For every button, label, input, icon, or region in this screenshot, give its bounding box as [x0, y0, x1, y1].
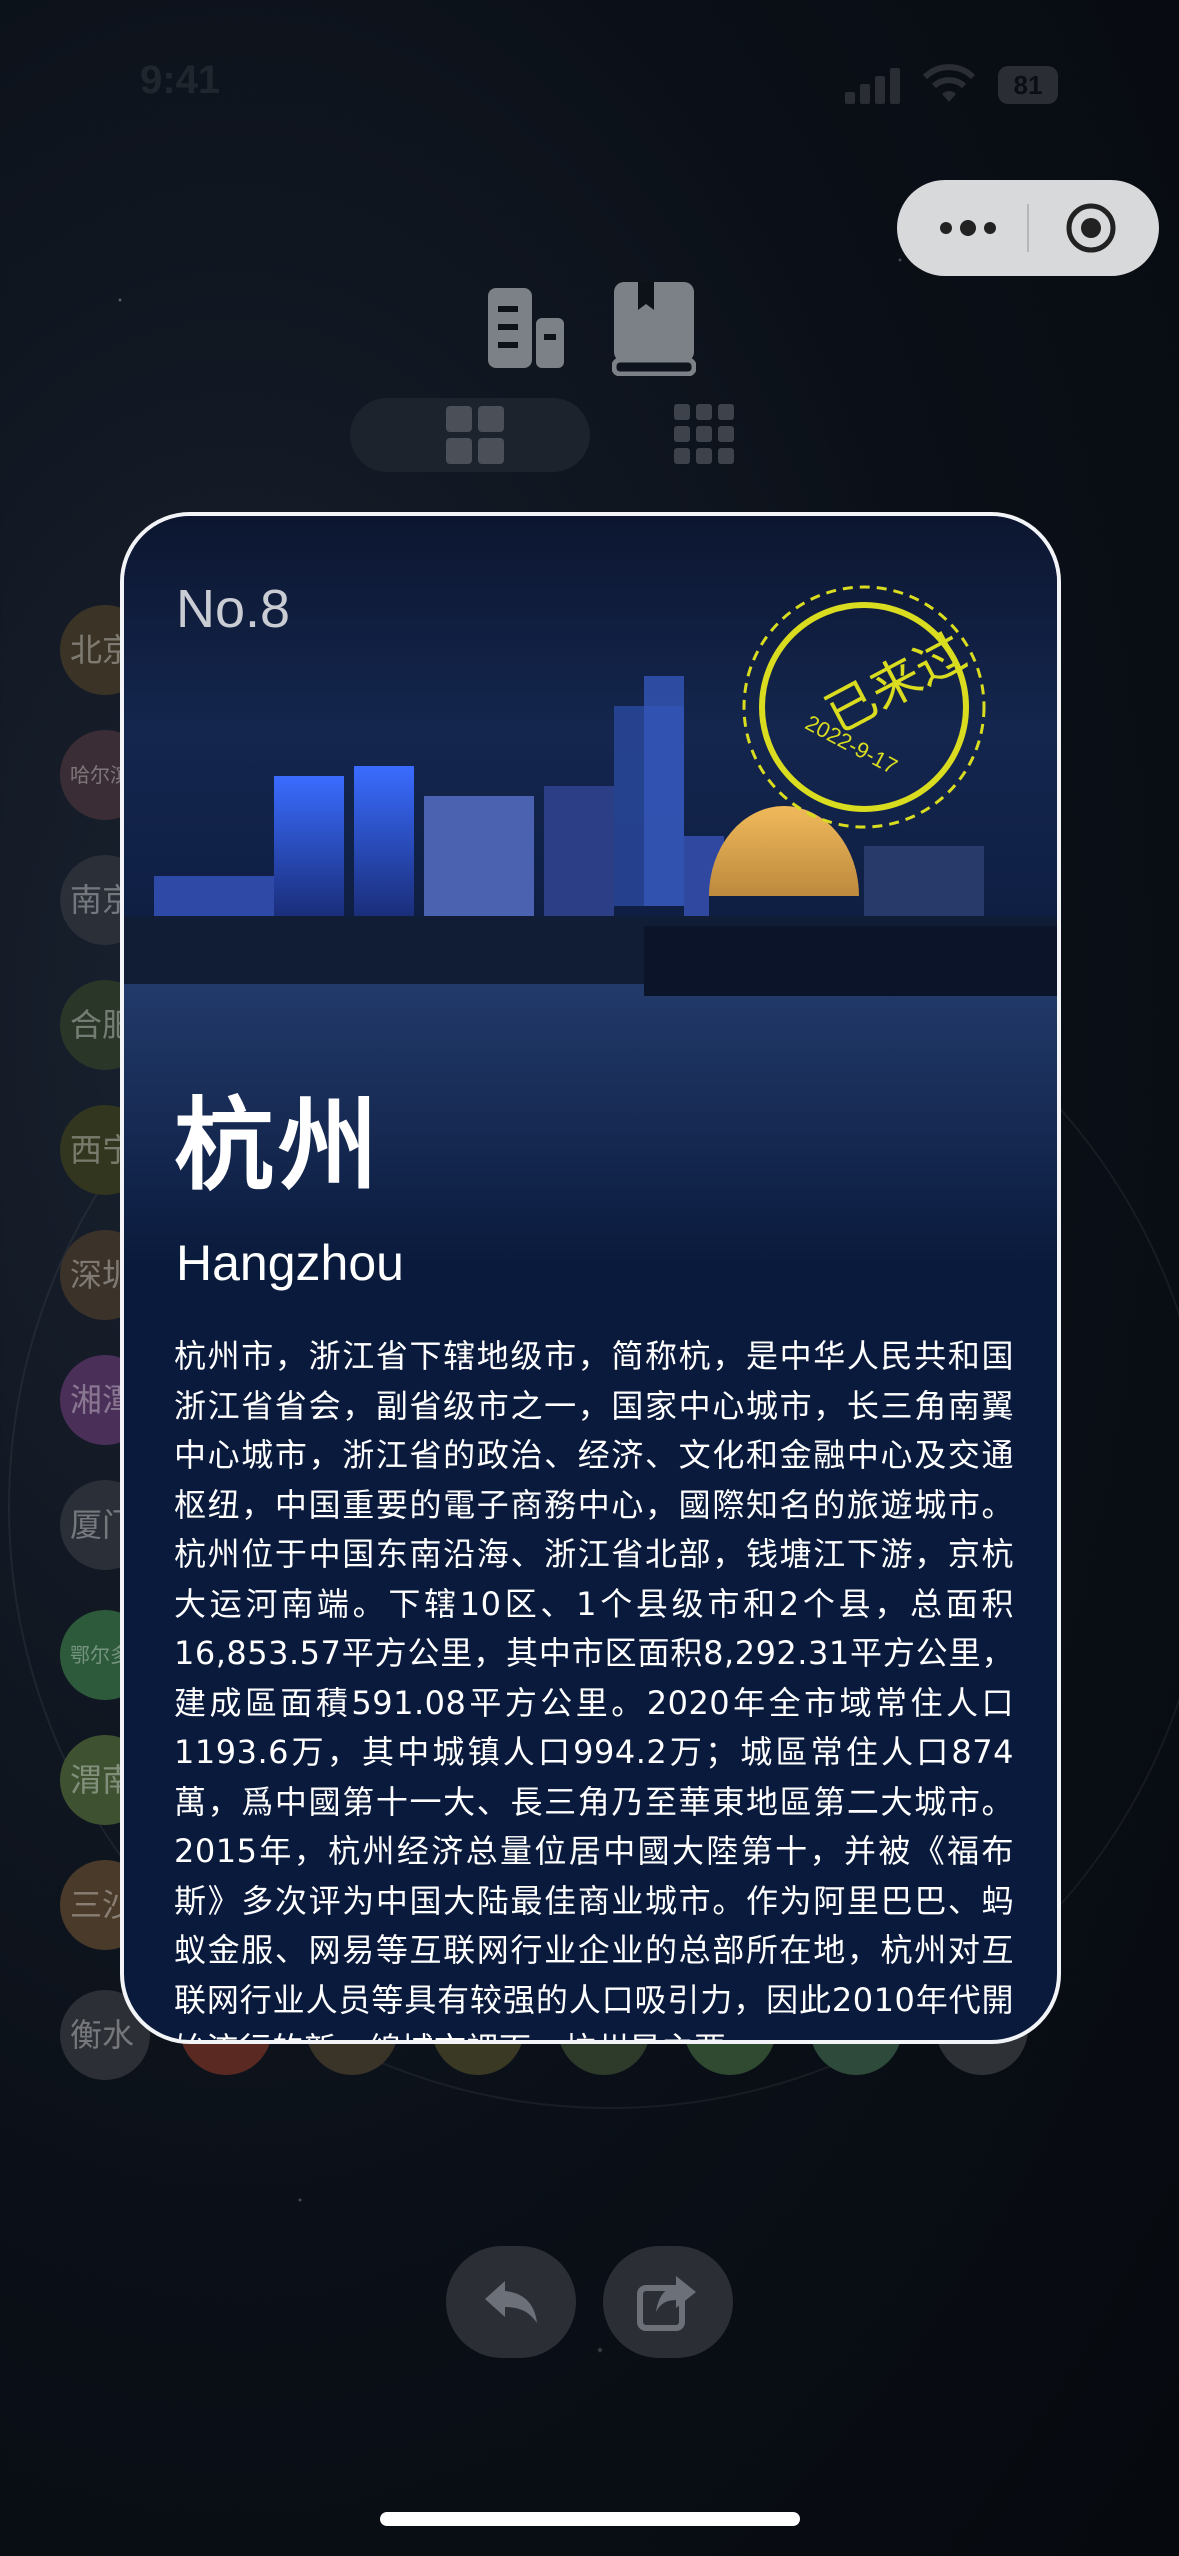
back-icon [485, 2281, 537, 2323]
grid-2x2-icon[interactable] [446, 406, 504, 464]
city-card[interactable]: No.8 已来过 2022-9-17 杭州 Hangzhou 杭州市，浙江省下辖… [120, 512, 1061, 2044]
more-icon[interactable] [933, 208, 1003, 248]
visited-stamp: 已来过 2022-9-17 [739, 582, 989, 832]
miniprogram-capsule [897, 180, 1159, 276]
wifi-icon [922, 64, 976, 102]
signal-icon [845, 68, 903, 104]
share-icon [637, 2276, 696, 2331]
close-target-icon[interactable] [1065, 202, 1117, 254]
city-name-english: Hangzhou [176, 1235, 404, 1291]
card-number: No.8 [176, 579, 291, 639]
status-time: 9:41 [140, 58, 221, 102]
city-description: 杭州市，浙江省下辖地级市，简称杭，是中华人民共和国浙江省省会，副省级市之一，国家… [174, 1337, 1014, 2040]
back-button[interactable] [446, 2246, 576, 2358]
book-icon[interactable] [612, 280, 696, 376]
grid-3x3-icon[interactable] [674, 404, 734, 464]
building-icon[interactable] [484, 284, 568, 372]
city-name-chinese: 杭州 [174, 1087, 382, 1204]
capsule-divider [1027, 204, 1029, 252]
battery-icon: 81 [998, 66, 1058, 104]
home-indicator[interactable] [380, 2512, 800, 2526]
share-button[interactable] [603, 2246, 733, 2358]
status-bar: 9:41 81 [0, 0, 1179, 150]
